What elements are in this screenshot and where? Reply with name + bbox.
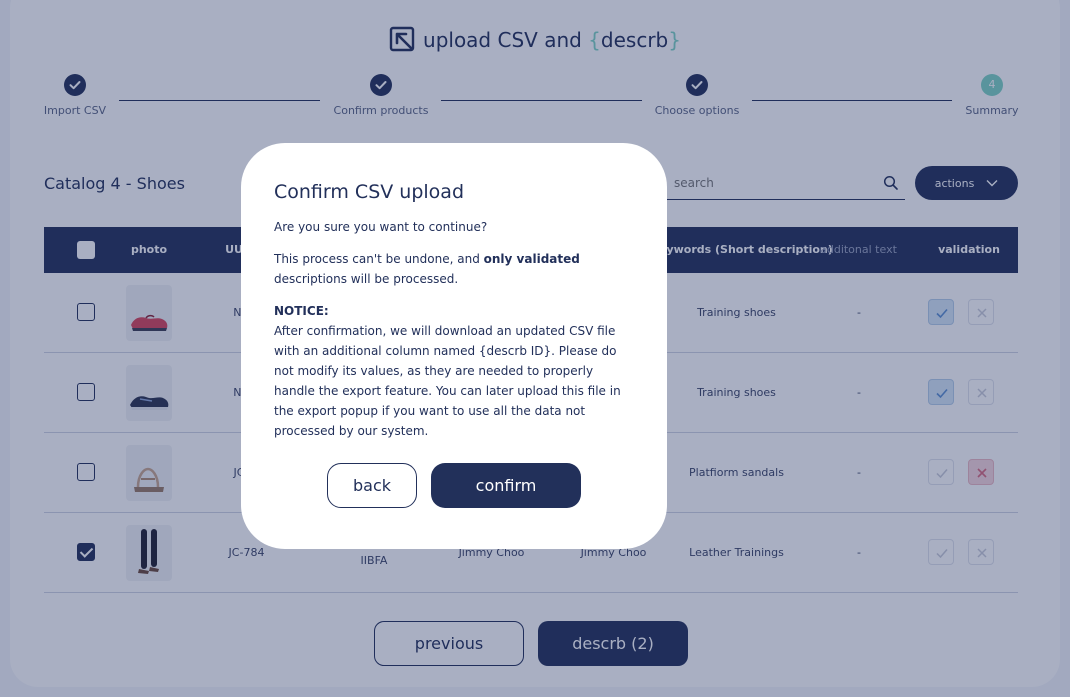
modal-title: Confirm CSV upload	[274, 181, 464, 203]
back-button[interactable]: back	[327, 463, 417, 508]
warning-text-b: descriptions will be processed.	[274, 272, 459, 286]
notice-body: After confirmation, we will download an …	[274, 324, 621, 438]
modal-question: Are you sure you want to continue?	[274, 220, 488, 234]
warning-text-bold: only validated	[483, 252, 580, 266]
confirm-button[interactable]: confirm	[431, 463, 581, 508]
warning-text-a: This process can't be undone, and	[274, 252, 484, 266]
confirm-modal: Confirm CSV upload Are you sure you want…	[241, 143, 667, 549]
modal-warning: This process can't be undone, and only v…	[274, 249, 634, 289]
notice-title: NOTICE:	[274, 304, 329, 318]
